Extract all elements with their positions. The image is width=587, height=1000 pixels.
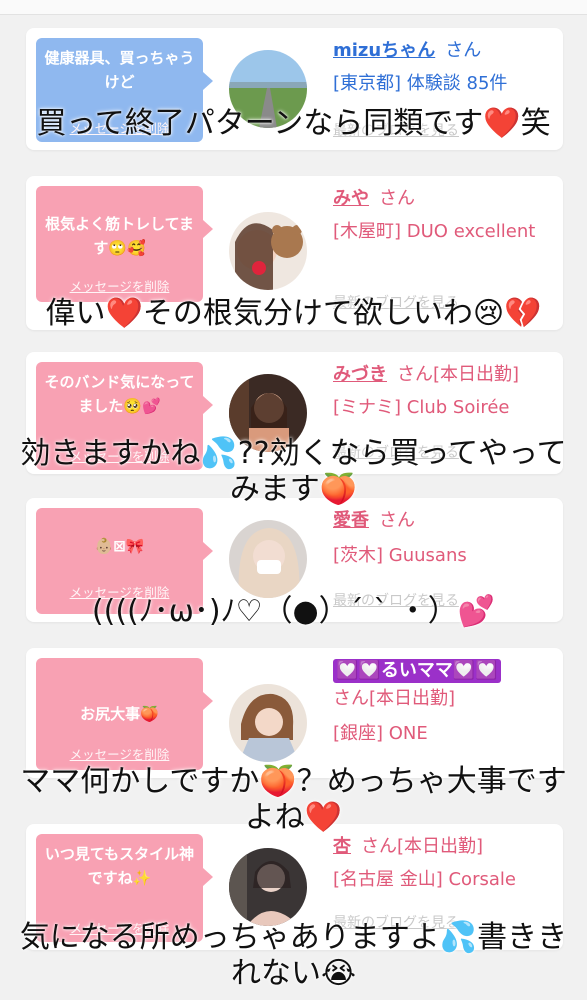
shop-info: [銀座] ONE — [333, 723, 428, 744]
message-text: 👶🏼⊠🎀 — [94, 537, 145, 555]
overlay-caption: ((((ﾉ･ω･)ﾉ♡（●）´ ` ・）💕 — [91, 594, 496, 629]
message-card: お尻大事🍑 メッセージを削除 💟💟るいママ💟💟 さん[本日出勤] [銀座] ON… — [26, 648, 563, 778]
message-text: そのバンド気になってました🥺💕 — [44, 373, 195, 415]
message-bubble: 根気よく筋トレしてます🙄🥰 メッセージを削除 — [36, 186, 213, 302]
shop-info: [名古屋 金山] Corsale — [333, 869, 516, 890]
profile-name-link[interactable]: みや — [333, 188, 369, 209]
name-suffix: さん — [379, 510, 415, 531]
message-text: いつ見てもスタイル神ですね✨ — [44, 845, 195, 887]
shop-info: [茨木] Guusans — [333, 545, 467, 566]
woman-with-bear-icon — [229, 212, 307, 290]
delete-message-link[interactable]: メッセージを削除 — [36, 276, 203, 295]
shop-info: [木屋町] DUO excellent — [333, 221, 536, 242]
shop-info: [東京都] 体験談 85件 — [333, 73, 508, 94]
name-suffix: さん[本日出勤] — [361, 836, 484, 857]
message-text: お尻大事🍑 — [80, 705, 159, 723]
profile-name-link[interactable]: 💟💟るいママ💟💟 — [333, 659, 501, 683]
woman-selfie-icon — [229, 848, 307, 926]
overlay-caption: 気になる所めっちゃありますよ💦書ききれない😭 — [19, 920, 568, 991]
woman-kimono-icon — [229, 684, 307, 762]
name-suffix: さん[本日出勤] — [397, 364, 520, 385]
profile-name-link[interactable]: みづき — [333, 364, 387, 385]
avatar[interactable] — [229, 212, 307, 290]
shop-info: [ミナミ] Club Soirée — [333, 397, 510, 418]
woman-mask-icon — [229, 520, 307, 598]
name-suffix: さん[本日出勤] — [333, 688, 456, 709]
profile-name-link[interactable]: 愛香 — [333, 510, 369, 531]
overlay-caption: 効きますかね💦??効くなら買ってやってみます🍑 — [20, 436, 567, 507]
profile-name-link[interactable]: 杏 — [333, 836, 351, 857]
message-bubble: お尻大事🍑 メッセージを削除 — [36, 658, 213, 770]
overlay-caption: 買って終了パターンなら同類です❤️笑 — [36, 106, 551, 141]
avatar[interactable] — [229, 520, 307, 598]
overlay-caption: ママ何かしですか🍑？めっちゃ大事ですよね❤️ — [20, 764, 567, 835]
message-text: 健康器具、買っちゃうけど — [44, 49, 195, 91]
delete-message-link[interactable]: メッセージを削除 — [36, 744, 203, 763]
name-suffix: さん — [379, 188, 415, 209]
avatar[interactable] — [229, 848, 307, 926]
top-bar — [0, 0, 587, 15]
profile-name-link[interactable]: mizuちゃん — [333, 40, 435, 61]
avatar[interactable] — [229, 684, 307, 762]
name-suffix: さん — [445, 40, 482, 61]
overlay-caption: 偉い❤️その根気分けて欲しいわ😢💔 — [45, 296, 542, 331]
message-text: 根気よく筋トレしてます🙄🥰 — [45, 215, 194, 257]
